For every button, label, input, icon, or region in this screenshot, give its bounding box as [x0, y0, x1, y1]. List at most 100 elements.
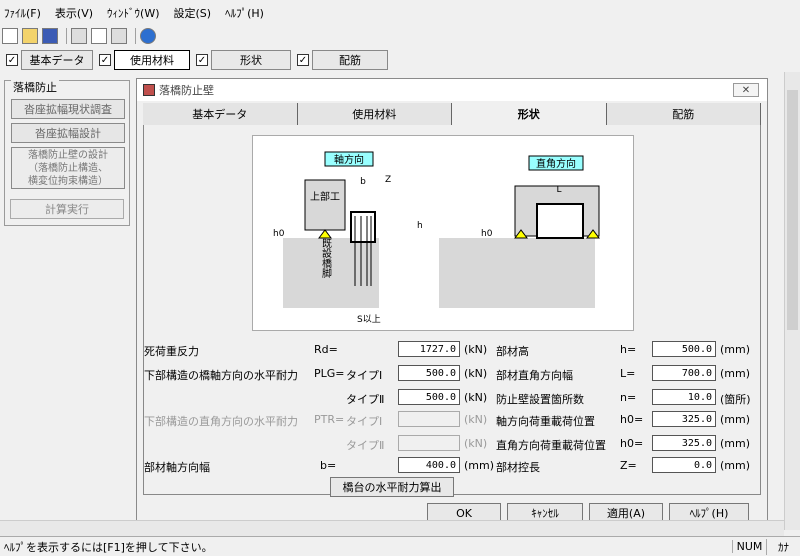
wall-count-label: 防止壁設置箇所数: [496, 393, 584, 406]
basic-data-check[interactable]: ✓: [6, 54, 18, 66]
dialog-tabs: 基本データ 使用材料 形状 配筋: [143, 103, 761, 125]
fall-prevention-wall-button[interactable]: 落橋防止壁の設計 （落橋防止構造、 横変位拘束構造）: [11, 147, 125, 189]
h0b-unit: (mm): [720, 437, 751, 450]
abutment-capacity-calc-button[interactable]: 橋台の水平耐力算出: [330, 477, 454, 497]
member-perp-width-input[interactable]: [652, 365, 716, 381]
dialog-title: 落橋防止壁: [159, 84, 214, 97]
num-lock-indicator: NUM: [732, 540, 766, 553]
printer-setup-icon[interactable]: [111, 28, 127, 44]
dialog-tab-materials[interactable]: 使用材料: [297, 103, 452, 125]
dialog-tab-basic[interactable]: 基本データ: [143, 103, 298, 125]
rd-symbol: Rd=: [314, 343, 338, 356]
pier-label: 既設橋脚: [320, 238, 332, 279]
help-icon[interactable]: [140, 28, 156, 44]
perp-capacity-label: 下部構造の直角方向の水平耐力: [144, 415, 298, 428]
menu-bar: ﾌｧｲﾙ(F) 表示(V) ｳｨﾝﾄﾞｳ(W) 設定(S) ﾍﾙﾌﾟ(H): [0, 0, 800, 26]
dim-h0-left: h0: [273, 229, 285, 239]
bearing: [318, 229, 332, 239]
shape-check[interactable]: ✓: [196, 54, 208, 66]
dim-z: Z: [385, 175, 391, 185]
perp-load-pos-input[interactable]: [652, 435, 716, 451]
ptr-unit-1: (kN): [464, 413, 488, 426]
member-perp-width-label: 部材直角方向幅: [496, 369, 573, 382]
toolbar-separator: [135, 28, 136, 44]
axial-load-pos-label: 軸方向荷重載荷位置: [496, 415, 595, 428]
tab-shape[interactable]: 形状: [211, 50, 291, 70]
menu-window[interactable]: ｳｨﾝﾄﾞｳ(W): [107, 5, 159, 21]
h0a-symbol: h0=: [620, 413, 644, 426]
dim-b: b: [360, 177, 366, 187]
multi-line-3: 横変位拘束構造）: [28, 176, 108, 187]
save-icon[interactable]: [42, 28, 58, 44]
print-icon[interactable]: [71, 28, 87, 44]
perp-wall: [536, 203, 584, 239]
dim-L: L: [556, 185, 561, 195]
input-tab-row: ✓ 基本データ ✓ 使用材料 ✓ 形状 ✓ 配筋: [0, 48, 800, 72]
axial-capacity-label: 下部構造の橋軸方向の水平耐力: [144, 369, 298, 382]
h-unit: (mm): [720, 343, 751, 356]
seat-widen-design-button[interactable]: 沓座拡幅設計: [11, 123, 125, 143]
rebar-check[interactable]: ✓: [297, 54, 309, 66]
toolbar: [0, 26, 800, 46]
h0b-symbol: h0=: [620, 437, 644, 450]
vertical-scrollbar[interactable]: [784, 72, 800, 530]
tab-materials[interactable]: 使用材料: [114, 50, 190, 70]
dim-h: h: [417, 221, 423, 231]
scroll-thumb[interactable]: [787, 90, 798, 330]
b-symbol: b=: [320, 459, 337, 472]
status-bar: ﾍﾙﾌﾟを表示するには[F1]を押して下さい。 NUM ｶﾅ: [0, 536, 800, 556]
axial-load-pos-input[interactable]: [652, 411, 716, 427]
open-folder-icon[interactable]: [22, 28, 38, 44]
dialog-tab-rebar[interactable]: 配筋: [606, 103, 761, 125]
app-icon: [143, 84, 155, 96]
run-calc-button[interactable]: 計算実行: [10, 199, 124, 219]
n-unit: (箇所): [720, 393, 751, 406]
plg-type2-input[interactable]: [398, 389, 460, 405]
dialog-titlebar: 落橋防止壁 ✕: [137, 79, 767, 101]
fall-prevention-wall-dialog: 落橋防止壁 ✕ 基本データ 使用材料 形状 配筋 軸方向 上部工 既設橋脚 b …: [136, 78, 768, 530]
dim-h0-right: h0: [481, 229, 493, 239]
h-symbol: h=: [620, 343, 637, 356]
shape-diagram-svg: 軸方向 上部工 既設橋脚 b Z h h0 S以上 直角方向 L h0: [273, 151, 600, 325]
print-preview-icon[interactable]: [91, 28, 107, 44]
tab-basic-data[interactable]: 基本データ: [21, 50, 93, 70]
menu-settings[interactable]: 設定(S): [174, 5, 212, 21]
plg-type1-input[interactable]: [398, 365, 460, 381]
ptr-type2-input[interactable]: [398, 435, 460, 451]
panel-title: 落橋防止: [11, 79, 59, 95]
menu-view[interactable]: 表示(V): [55, 5, 93, 21]
b-unit: (mm): [464, 459, 495, 472]
plg-type2-label: タイプⅡ: [346, 393, 385, 406]
wall-count-input[interactable]: [652, 389, 716, 405]
rd-unit: (kN): [464, 343, 488, 356]
plg-symbol: PLG=: [314, 367, 345, 380]
member-set-back-input[interactable]: [652, 457, 716, 473]
existing-pier-ground: [283, 238, 379, 308]
L-unit: (mm): [720, 367, 751, 380]
menu-help[interactable]: ﾍﾙﾌﾟ(H): [225, 5, 264, 21]
n-symbol: n=: [620, 391, 637, 404]
h0a-unit: (mm): [720, 413, 751, 426]
dead-load-input[interactable]: [398, 341, 460, 357]
seat-widen-survey-button[interactable]: 沓座拡幅現状調査: [11, 99, 125, 119]
plg-type1-label: タイプⅠ: [346, 369, 383, 382]
menu-file[interactable]: ﾌｧｲﾙ(F): [4, 5, 41, 21]
ptr-unit-2: (kN): [464, 437, 488, 450]
member-height-input[interactable]: [652, 341, 716, 357]
horizontal-scrollbar[interactable]: [0, 520, 784, 536]
status-message: ﾍﾙﾌﾟを表示するには[F1]を押して下さい。: [4, 540, 213, 554]
ptr-type1-input[interactable]: [398, 411, 460, 427]
materials-check[interactable]: ✓: [99, 54, 111, 66]
multi-line-2: （落橋防止構造、: [28, 163, 108, 174]
perp-label: 直角方向: [536, 157, 576, 170]
ptr-type1-label: タイプⅠ: [346, 415, 383, 428]
dialog-tab-shape[interactable]: 形状: [452, 103, 607, 125]
tab-rebar[interactable]: 配筋: [312, 50, 388, 70]
close-icon[interactable]: ✕: [733, 83, 759, 97]
upper-structure: [304, 179, 346, 231]
z-unit: (mm): [720, 459, 751, 472]
new-file-icon[interactable]: [2, 28, 18, 44]
axial-width-input[interactable]: [398, 457, 460, 473]
member-set-back-label: 部材控長: [496, 461, 540, 474]
ptr-type2-label: タイプⅡ: [346, 439, 385, 452]
